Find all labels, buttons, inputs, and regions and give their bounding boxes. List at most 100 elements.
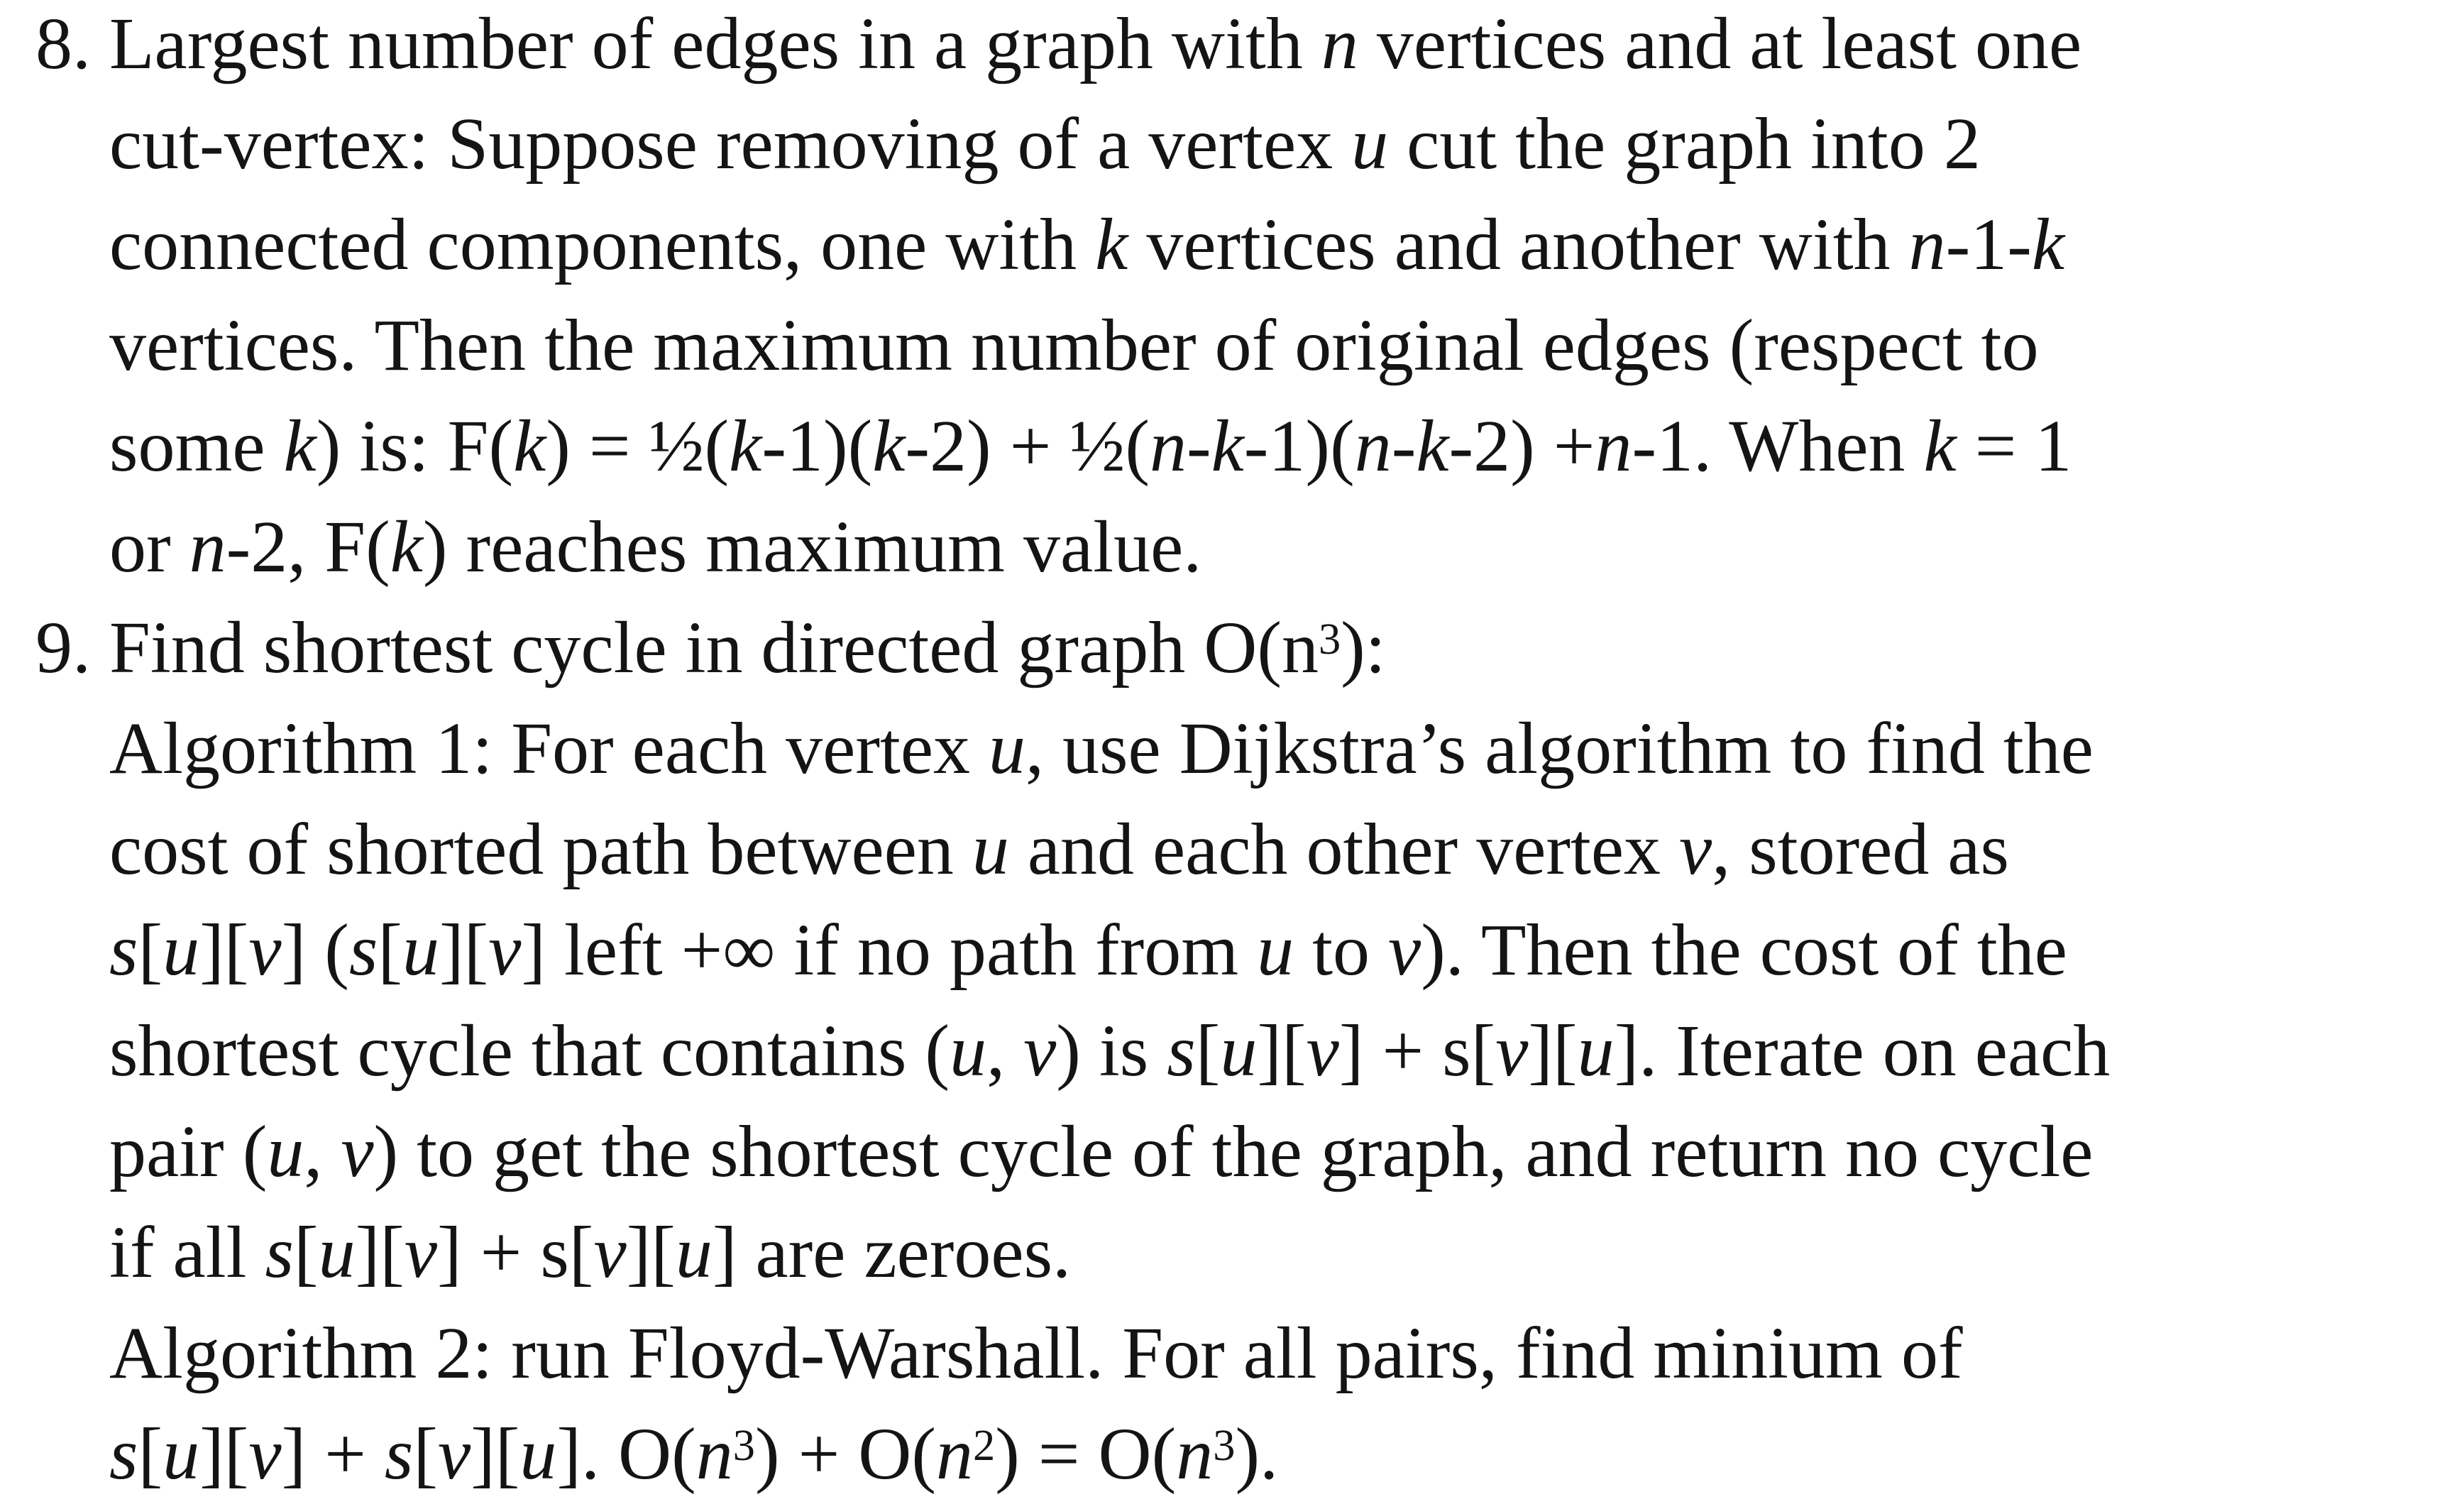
item-8-line-5: some k) is: F(k) = ½(k-1)(k-2) + ½(n-k-1…: [109, 397, 2072, 496]
text-run: , stored as: [1712, 808, 2010, 890]
text-run: ][: [439, 909, 489, 991]
text-run: [: [293, 1212, 319, 1293]
text-run: ] +: [281, 1413, 385, 1495]
text-run: ][: [199, 909, 249, 991]
text-run: ) reaches maximum value.: [422, 506, 1202, 588]
text-run: Largest number of edges in a graph with: [109, 3, 1321, 84]
italic-run: k: [872, 405, 906, 487]
italic-run: k: [1211, 405, 1244, 487]
italic-run: v: [1495, 1010, 1529, 1092]
text-run: ):: [1341, 607, 1386, 688]
item-9-line-9: s[u][v] + s[v][u]. O(n3) + O(n2) = O(n3)…: [109, 1405, 1278, 1504]
text-run: -1-: [1945, 204, 2032, 285]
text-run: ) is: [1056, 1010, 1167, 1092]
text-run: shortest cycle that contains (: [109, 1010, 950, 1092]
item-9-number: 9.: [35, 607, 91, 688]
text-run: Find shortest cycle in directed graph O(…: [109, 607, 1319, 688]
text-run: ) = O(: [995, 1413, 1177, 1495]
text-run: -2, F(: [226, 506, 390, 588]
italic-run: n: [1908, 204, 1946, 285]
italic-run: s: [109, 909, 138, 991]
italic-run: v: [341, 1111, 374, 1192]
text-run: ) is: F(: [316, 405, 514, 487]
superscript-run: 3: [1318, 614, 1341, 664]
italic-run: u: [519, 1413, 557, 1495]
italic-run: n: [936, 1413, 974, 1495]
text-run: [: [413, 1413, 438, 1495]
italic-run: v: [1388, 909, 1421, 991]
text-run: ,: [986, 1010, 1024, 1092]
italic-run: u: [267, 1111, 304, 1192]
item-8-line-1: 8. Largest number of edges in a graph wi…: [35, 0, 2081, 94]
text-run: Algorithm 2: run Floyd-Warshall. For all…: [109, 1312, 1963, 1394]
text-run: ] are zeroes.: [712, 1212, 1072, 1293]
item-8-line-2: cut-vertex: Suppose removing of a vertex…: [109, 94, 1981, 194]
text-run: = 1: [1956, 405, 2072, 487]
item-8-line-text: Largest number of edges in a graph with …: [109, 3, 2081, 84]
text-run: ) = ½(: [546, 405, 730, 487]
italic-run: v: [593, 1212, 627, 1293]
italic-run: v: [1023, 1010, 1057, 1092]
italic-run: k: [1095, 204, 1128, 285]
italic-run: s: [265, 1212, 294, 1293]
text-run: ] left +∞ if no path from: [521, 909, 1258, 991]
text-run: or: [109, 506, 189, 588]
italic-run: v: [248, 909, 282, 991]
item-9-line-text: s[u][v] + s[v][u]. O(n3) + O(n2) = O(n3)…: [109, 1413, 1278, 1495]
italic-run: u: [1351, 103, 1389, 185]
text-run: ]. O(: [556, 1413, 696, 1495]
italic-run: n: [189, 506, 226, 588]
italic-run: u: [163, 1413, 200, 1495]
italic-run: u: [950, 1010, 987, 1092]
superscript-run: 3: [1213, 1420, 1236, 1470]
italic-run: u: [989, 708, 1026, 789]
italic-run: s: [348, 909, 378, 991]
text-run: ][: [626, 1212, 676, 1293]
item-8-line-4: vertices. Then the maximum number of ori…: [109, 296, 2039, 395]
text-run: if all: [109, 1212, 265, 1293]
italic-run: s: [109, 1413, 138, 1495]
text-run: [: [138, 909, 163, 991]
italic-run: k: [283, 405, 317, 487]
italic-run: k: [390, 506, 423, 588]
item-9-line-5: shortest cycle that contains (u, v) is s…: [109, 1001, 2110, 1101]
text-run: ) + O(: [755, 1413, 937, 1495]
italic-run: v: [404, 1212, 438, 1293]
italic-run: s: [1167, 1010, 1196, 1092]
item-8-line-text: vertices. Then the maximum number of ori…: [109, 304, 2039, 386]
italic-run: n: [1149, 405, 1187, 487]
item-9-line-7: if all s[u][v] + s[v][u] are zeroes.: [109, 1203, 1071, 1302]
italic-run: v: [437, 1413, 471, 1495]
text-run: ][: [1257, 1010, 1307, 1092]
text-run: ). Then the cost of the: [1421, 909, 2067, 991]
text-run: [: [1195, 1010, 1221, 1092]
superscript-run: 3: [732, 1420, 755, 1470]
item-9-line-text: shortest cycle that contains (u, v) is s…: [109, 1010, 2110, 1092]
text-run: -2) + ½(: [905, 405, 1150, 487]
text-run: cost of shorted path between: [109, 808, 972, 890]
item-8-line-text: some k) is: F(k) = ½(k-1)(k-2) + ½(n-k-1…: [109, 405, 2072, 487]
text-run: some: [109, 405, 284, 487]
item-8-number: 8.: [35, 3, 91, 84]
italic-run: n: [695, 1413, 733, 1495]
italic-run: u: [1257, 909, 1294, 991]
item-8-line-6: or n-2, F(k) reaches maximum value.: [109, 498, 1201, 597]
italic-run: u: [163, 909, 200, 991]
text-run: -: [1391, 405, 1417, 487]
text-run: ) to get the shortest cycle of the graph…: [373, 1111, 2094, 1192]
italic-run: k: [1923, 405, 1957, 487]
text-run: cut-vertex: Suppose removing of a vertex: [109, 103, 1352, 185]
italic-run: u: [1577, 1010, 1615, 1092]
item-9-line-8: Algorithm 2: run Floyd-Warshall. For all…: [109, 1304, 1963, 1403]
italic-run: n: [1176, 1413, 1214, 1495]
item-9-line-text: Algorithm 2: run Floyd-Warshall. For all…: [109, 1312, 1963, 1394]
text-run: vertices and at least one: [1358, 3, 2082, 84]
italic-run: k: [2031, 204, 2065, 285]
text-run: connected components, one with: [109, 204, 1096, 285]
item-9-line-4: s[u][v] (s[u][v] left +∞ if no path from…: [109, 901, 2067, 1000]
text-run: ][: [199, 1413, 249, 1495]
text-run: -1. When: [1632, 405, 1924, 487]
text-run: ,: [304, 1111, 341, 1192]
item-9-line-text: Find shortest cycle in directed graph O(…: [109, 607, 1386, 688]
item-8-line-3: connected components, one with k vertice…: [109, 195, 2064, 295]
